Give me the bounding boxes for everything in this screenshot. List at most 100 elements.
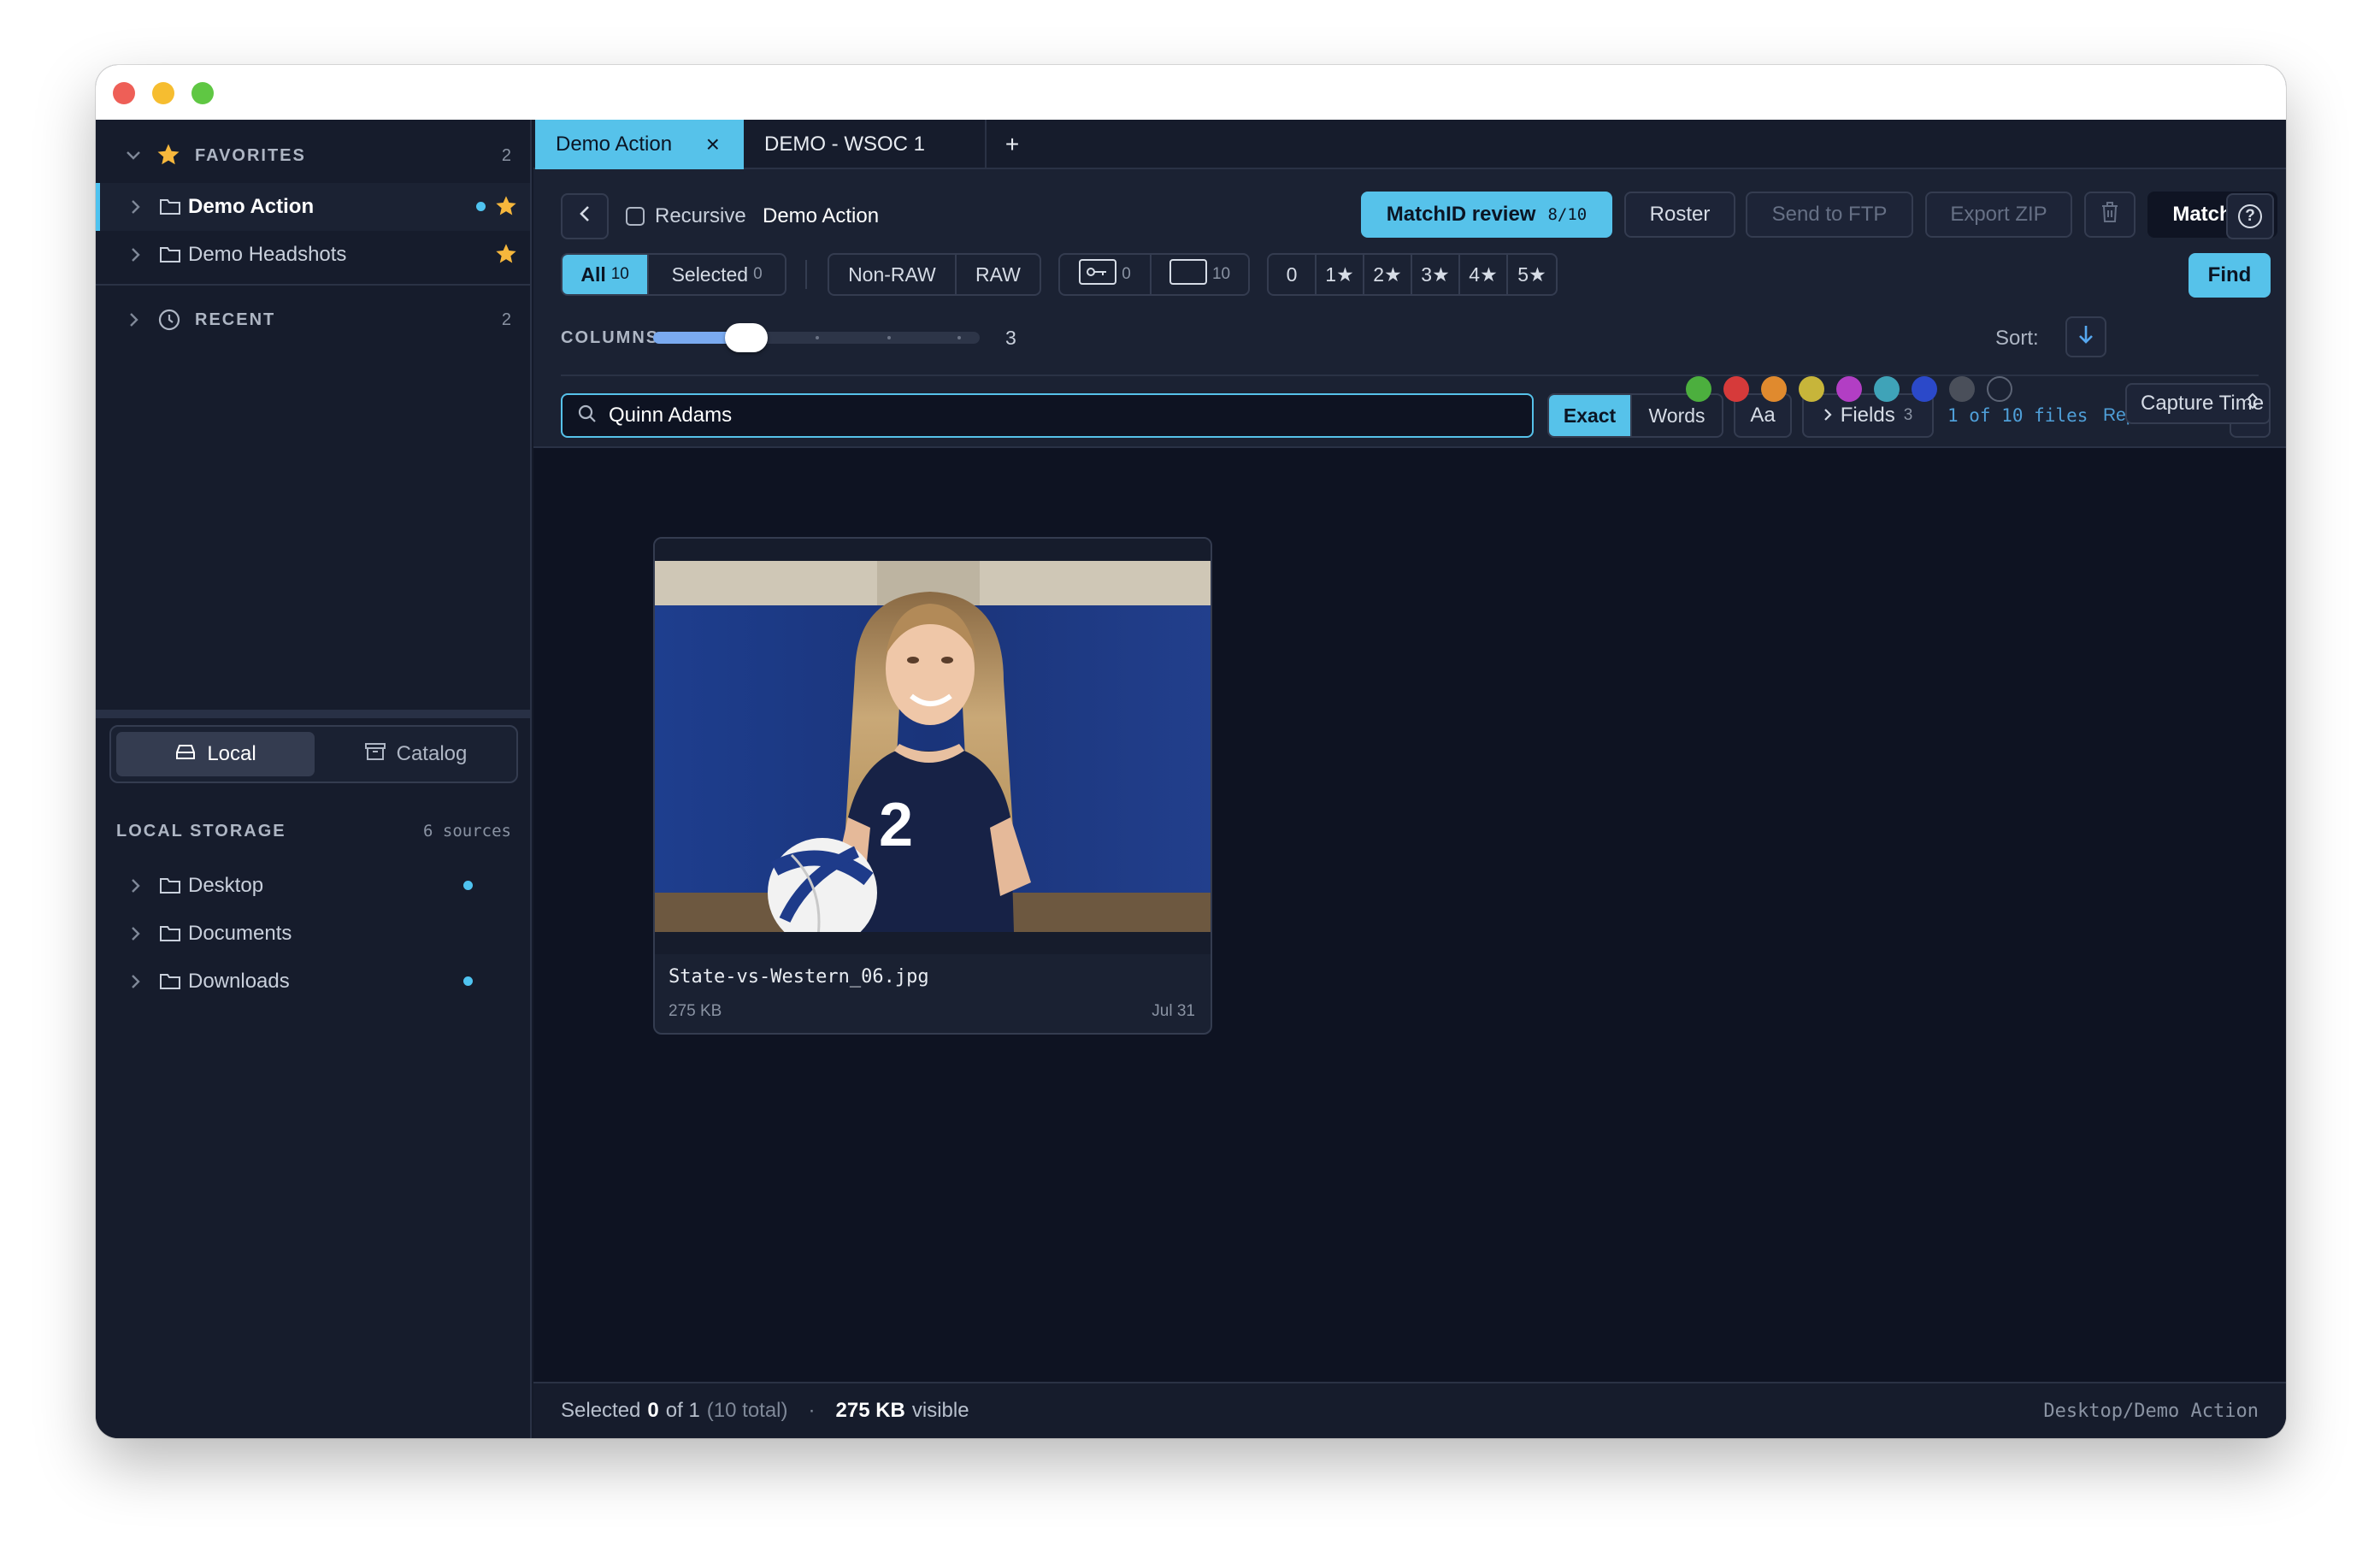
chevron-right-icon — [125, 923, 145, 944]
status-total: (10 total) — [706, 1399, 788, 1422]
status-dot — [463, 976, 473, 986]
chevron-left-icon — [579, 204, 591, 228]
divider — [96, 284, 530, 286]
matchid-review-label: MatchID review — [1386, 203, 1536, 226]
sidebar-item-demo-headshots[interactable]: Demo Headshots — [96, 231, 530, 279]
raw-filter: Non-RAW RAW — [828, 253, 1041, 296]
send-to-ftp-button[interactable]: Send to FTP — [1746, 192, 1913, 238]
sidebar-item-documents[interactable]: Documents — [96, 910, 530, 958]
filter-selected-button[interactable]: Selected 0 — [649, 255, 785, 294]
active-indicator — [96, 183, 100, 231]
words-button[interactable]: Words — [1632, 395, 1722, 436]
frame-filter-button[interactable]: 10 — [1152, 255, 1248, 294]
raw-button[interactable]: RAW — [957, 255, 1040, 294]
recent-section-header[interactable]: RECENT 2 — [96, 296, 530, 344]
current-path: Desktop/Demo Action — [2043, 1400, 2259, 1422]
tab-demo-action[interactable]: Demo Action × — [535, 120, 744, 169]
columns-label: COLUMNS — [561, 328, 660, 347]
status-selected-label: Selected — [561, 1399, 641, 1422]
search-input[interactable]: Quinn Adams — [561, 393, 1534, 438]
rating-5-button[interactable]: 5★ — [1508, 255, 1556, 294]
local-tab-label: Local — [207, 742, 256, 765]
sidebar-item-downloads[interactable]: Downloads — [96, 958, 530, 1006]
columns-value: 3 — [1005, 327, 1016, 349]
star-icon[interactable] — [494, 242, 518, 270]
tab-demo-wsoc-1[interactable]: DEMO - WSOC 1 — [744, 120, 987, 169]
sort-direction-button[interactable] — [2065, 316, 2106, 357]
key-icon — [1079, 259, 1117, 290]
current-folder-label: Demo Action — [763, 204, 880, 227]
sidebar-item-desktop[interactable]: Desktop — [96, 862, 530, 910]
status-bar: Selected 0 of 1 (10 total) · 275 KB visi… — [533, 1382, 2286, 1438]
rating-filter: 0 1★ 2★ 3★ 4★ 5★ — [1267, 253, 1558, 296]
export-zip-button[interactable]: Export ZIP — [1925, 192, 2072, 238]
local-tab-button[interactable]: Local — [116, 732, 315, 776]
selection-filter: All 10 Selected 0 — [561, 253, 786, 296]
color-label-none[interactable] — [1987, 376, 2012, 402]
file-name: State-vs-Western_06.jpg — [669, 966, 929, 988]
color-label-green[interactable] — [1686, 376, 1711, 402]
exact-button[interactable]: Exact — [1549, 395, 1633, 436]
sidebar-item-demo-action[interactable]: Demo Action — [96, 183, 530, 231]
frame-filter-count: 10 — [1211, 265, 1231, 283]
columns-slider[interactable] — [653, 323, 980, 352]
sources-count: 6 sources — [423, 822, 511, 840]
divider — [805, 260, 807, 289]
help-button[interactable]: ? — [2226, 193, 2274, 239]
rating-3-button[interactable]: 3★ — [1412, 255, 1460, 294]
minimize-window-button[interactable] — [152, 82, 174, 104]
catalog-tab-button[interactable]: Catalog — [316, 732, 515, 776]
color-label-purple[interactable] — [1836, 376, 1862, 402]
zoom-window-button[interactable] — [191, 82, 214, 104]
tab-bar: Demo Action × DEMO - WSOC 1 + — [533, 120, 2286, 169]
rating-0-button[interactable]: 0 — [1269, 255, 1317, 294]
filter-selected-count: 0 — [753, 265, 763, 283]
app-window: FAVORITES 2 Demo Action Demo Headshots R… — [96, 65, 2286, 1438]
rating-1-button[interactable]: 1★ — [1317, 255, 1364, 294]
folder-icon — [159, 197, 181, 220]
rating-4-button[interactable]: 4★ — [1460, 255, 1508, 294]
photo-thumbnail[interactable]: 2 — [655, 561, 1211, 932]
key-filter-button[interactable]: 0 — [1060, 255, 1152, 294]
slider-thumb[interactable] — [725, 323, 768, 352]
delete-button[interactable] — [2084, 192, 2136, 238]
folder-icon — [159, 971, 181, 994]
color-label-blue[interactable] — [1912, 376, 1937, 402]
sort-field-select[interactable]: Capture Time — [2125, 383, 2271, 424]
star-icon[interactable] — [494, 194, 518, 222]
frame-icon — [1169, 259, 1207, 290]
tab-label: DEMO - WSOC 1 — [764, 133, 926, 156]
roster-button[interactable]: Roster — [1624, 192, 1735, 238]
color-label-gray[interactable] — [1949, 376, 1975, 402]
recursive-checkbox[interactable] — [626, 207, 645, 226]
color-label-teal[interactable] — [1874, 376, 1900, 402]
color-label-yellow[interactable] — [1799, 376, 1824, 402]
status-visible-label: visible — [911, 1399, 969, 1422]
key-filter-count: 0 — [1122, 265, 1131, 283]
favorites-label: FAVORITES — [195, 145, 306, 165]
fields-label: Fields — [1840, 404, 1895, 427]
color-label-orange[interactable] — [1761, 376, 1787, 402]
find-button[interactable]: Find — [2189, 253, 2271, 298]
sidebar-item-label: Demo Action — [188, 195, 315, 218]
chevron-down-icon — [123, 145, 144, 166]
filter-all-button[interactable]: All 10 — [563, 255, 650, 294]
photo-card[interactable]: 2 State-vs-Western_06.jpg 275 KB Jul 31 — [653, 537, 1212, 1035]
title-bar — [96, 65, 2286, 120]
close-window-button[interactable] — [113, 82, 135, 104]
non-raw-button[interactable]: Non-RAW — [829, 255, 957, 294]
sidebar-item-label: Desktop — [188, 874, 264, 897]
color-label-red[interactable] — [1723, 376, 1749, 402]
search-result-count: 1 of 10 files — [1947, 405, 2088, 426]
catalog-tab-label: Catalog — [396, 742, 468, 765]
favorites-section-header[interactable]: FAVORITES 2 — [96, 132, 530, 180]
new-tab-button[interactable]: + — [987, 120, 1038, 169]
back-button[interactable] — [561, 193, 609, 239]
panel-resize-handle[interactable] — [96, 710, 530, 718]
rating-2-button[interactable]: 2★ — [1364, 255, 1412, 294]
tab-close-icon[interactable]: × — [706, 131, 720, 158]
fields-button[interactable]: Fields 3 — [1802, 393, 1934, 438]
filter-all-label: All — [580, 262, 606, 286]
filter-all-count: 10 — [610, 265, 629, 283]
matchid-review-button[interactable]: MatchID review 8/10 — [1361, 192, 1612, 238]
